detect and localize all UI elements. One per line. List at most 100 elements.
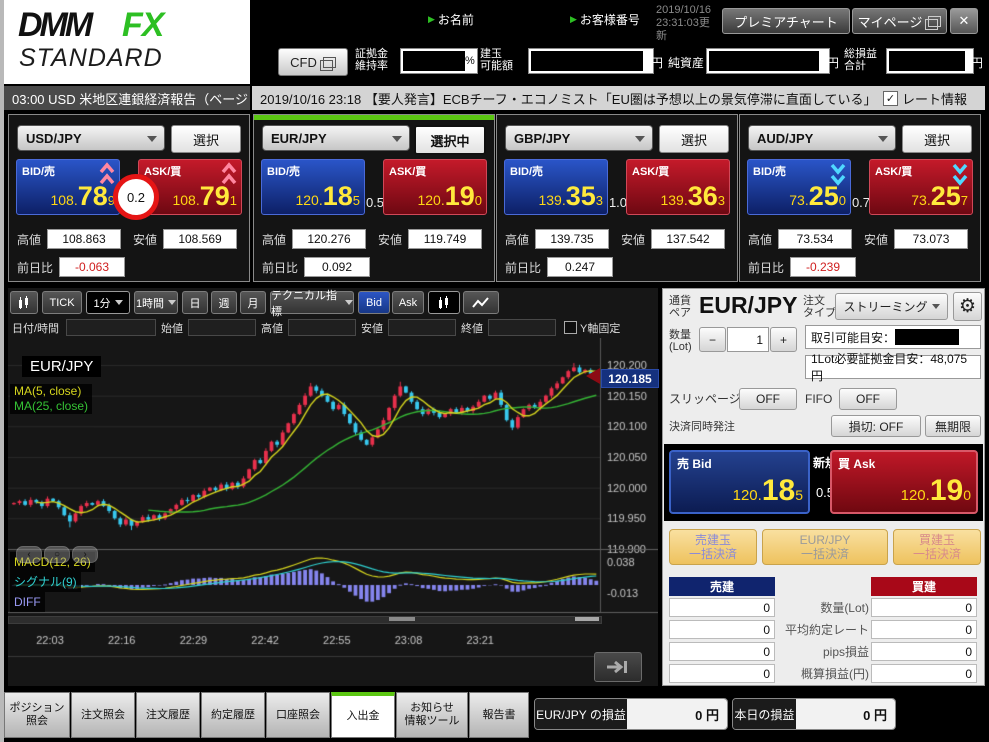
ask-button[interactable]: ASK/買 73.257	[869, 159, 973, 215]
chart-zoom-controls[interactable]: ‹ ○ ›	[16, 546, 100, 563]
quantity-label: 数量 (Lot)	[669, 329, 692, 353]
ask-button[interactable]: ASK/買 120.190	[383, 159, 487, 215]
logo-standard-text: STANDARD	[19, 44, 163, 72]
rate-panel-gbpjpy: GBP/JPY 選択 BID/売 139.353 1.0 ASK/買 139.3…	[496, 114, 738, 282]
mypage-button[interactable]: マイページ	[852, 8, 947, 34]
y-axis-lock-checkbox[interactable]	[564, 321, 577, 334]
pan-left-button[interactable]: ‹	[16, 546, 42, 563]
tick-button[interactable]: TICK	[42, 291, 82, 314]
stop-loss-toggle[interactable]: 損切: OFF	[831, 415, 921, 437]
ma-legend: MA(5, close) MA(25, close)	[10, 384, 93, 414]
ohlc-high-field	[288, 319, 356, 336]
pair-select-dropdown[interactable]: AUD/JPY	[748, 125, 896, 151]
updated-time: 23:31:03更新	[656, 17, 710, 42]
tab-position-inquiry[interactable]: ポジション 照会	[4, 692, 70, 738]
ask-button[interactable]: ASK/買 139.363	[626, 159, 730, 215]
timeframe-week-button[interactable]: 週	[211, 291, 237, 314]
yen-unit: 円	[651, 56, 664, 70]
select-button[interactable]: 選択	[171, 125, 241, 153]
pair-select-dropdown[interactable]: EUR/JPY	[262, 125, 410, 151]
low-label: 安値	[378, 232, 403, 247]
settings-button[interactable]: ⚙	[953, 292, 982, 321]
select-button[interactable]: 選択	[902, 125, 972, 153]
close-all-sell-button[interactable]: 売建玉 一括決済	[669, 529, 757, 565]
buy-avg-rate-value: 0	[871, 620, 977, 639]
bid-button[interactable]: BID/売 108.789	[16, 159, 120, 215]
buy-pips-value: 0	[871, 642, 977, 661]
line-chart-button[interactable]	[463, 291, 499, 314]
chart-type-icon-button[interactable]	[10, 291, 38, 314]
chevron-down-icon	[931, 304, 940, 309]
buy-ask-button[interactable]: 買 Ask 120.190	[830, 450, 978, 514]
close-all-pair-button[interactable]: EUR/JPY 一括決済	[762, 529, 888, 565]
popup-window-icon	[319, 56, 336, 71]
close-button[interactable]: ✕	[950, 8, 978, 34]
timeframe-1min-button[interactable]: 1分	[86, 291, 130, 314]
green-arrow-icon: ▶	[428, 14, 435, 24]
ohlc-date-field	[66, 319, 156, 336]
expiry-toggle[interactable]: 無期限	[925, 415, 981, 437]
bid-button[interactable]: BID/売 120.185	[261, 159, 365, 215]
order-type-dropdown[interactable]: ストリーミング	[835, 293, 948, 320]
tab-account-inquiry[interactable]: 口座照会	[266, 692, 330, 738]
timeframe-month-button[interactable]: 月	[240, 291, 266, 314]
technical-indicator-button[interactable]: テクニカル指標	[270, 290, 354, 318]
change-label: 前日比	[17, 260, 54, 275]
rate-info-checkbox[interactable]: ✓	[882, 90, 898, 106]
premium-chart-button[interactable]: プレミアチャート	[722, 8, 850, 34]
tab-execution-history[interactable]: 約定履歴	[201, 692, 265, 738]
tab-deposit-withdrawal[interactable]: 入出金	[331, 692, 395, 738]
low-label: 安値	[864, 232, 889, 247]
tab-news-tools[interactable]: お知らせ 情報ツール	[396, 692, 468, 738]
chart-scrollbar[interactable]	[8, 616, 602, 624]
change-row: 前日比 0.247	[505, 257, 614, 277]
news-ticker[interactable]: 2019/10/16 23:18 【要人発言】ECBチーフ・エコノミスト「EU圏…	[252, 86, 985, 110]
timeframe-1hour-button[interactable]: 1時間	[134, 291, 178, 314]
total-pl-field	[886, 48, 974, 74]
bid-button[interactable]: BID/売 139.353	[504, 159, 608, 215]
rate-info-toggle[interactable]: ✓ レート情報	[882, 89, 967, 108]
quantity-plus-button[interactable]: +	[770, 327, 797, 352]
news-ticker-left[interactable]: 03:00 USD 米地区連銀経済報告（ベージ	[4, 86, 250, 110]
high-low-row: 高値 139.735 安値 137.542	[505, 229, 731, 249]
currency-pair-label: 通貨 ペア	[669, 295, 691, 319]
tab-order-history[interactable]: 注文履歴	[136, 692, 200, 738]
pair-pl-display: EUR/JPY の損益 0 円	[534, 698, 728, 730]
zoom-button[interactable]: ○	[44, 546, 70, 563]
cfd-button[interactable]: CFD	[278, 48, 348, 76]
pan-right-button[interactable]: ›	[72, 546, 98, 563]
tab-reports[interactable]: 報告書	[469, 692, 529, 738]
scrollbar-thumb[interactable]	[389, 617, 415, 621]
close-icon: ✕	[958, 13, 970, 28]
selected-indicator	[254, 115, 494, 120]
slippage-toggle[interactable]: OFF	[739, 388, 797, 410]
tab-order-inquiry[interactable]: 注文照会	[71, 692, 135, 738]
tradable-estimate-label: 取引可能目安：	[811, 330, 896, 345]
gear-icon: ⚙	[958, 296, 977, 317]
timeframe-day-button[interactable]: 日	[182, 291, 208, 314]
sell-positions-header: 売建	[669, 577, 775, 596]
fifo-toggle[interactable]: OFF	[839, 388, 897, 410]
ask-label: ASK/買	[389, 166, 427, 178]
scrollbar-thumb[interactable]	[575, 617, 599, 621]
pair-select-dropdown[interactable]: USD/JPY	[17, 125, 165, 151]
jump-to-latest-button[interactable]	[594, 652, 642, 682]
bid-mode-button[interactable]: Bid	[358, 291, 390, 314]
bid-price: 139.353	[538, 181, 603, 211]
bid-button[interactable]: BID/売 73.250	[747, 159, 851, 215]
ma25-legend-label: MA(25, close)	[10, 399, 93, 414]
current-price-arrow-icon	[586, 368, 600, 384]
close-all-buy-button[interactable]: 買建玉 一括決済	[893, 529, 981, 565]
price-chart-canvas[interactable]	[8, 338, 658, 686]
ask-mode-button[interactable]: Ask	[392, 291, 424, 314]
quantity-input[interactable]: 1	[727, 327, 769, 352]
pair-select-dropdown[interactable]: GBP/JPY	[505, 125, 653, 151]
buy-positions-header: 買建	[871, 577, 977, 596]
sell-bid-button[interactable]: 売 Bid 120.185	[669, 450, 810, 514]
quantity-minus-button[interactable]: −	[699, 327, 726, 352]
ask-price: 120.190	[417, 181, 482, 211]
candle-chart-button[interactable]	[428, 291, 460, 314]
daily-pl-value: 0 円	[795, 699, 895, 729]
select-button[interactable]: 選択	[659, 125, 729, 153]
select-button[interactable]: 選択中	[414, 125, 486, 155]
